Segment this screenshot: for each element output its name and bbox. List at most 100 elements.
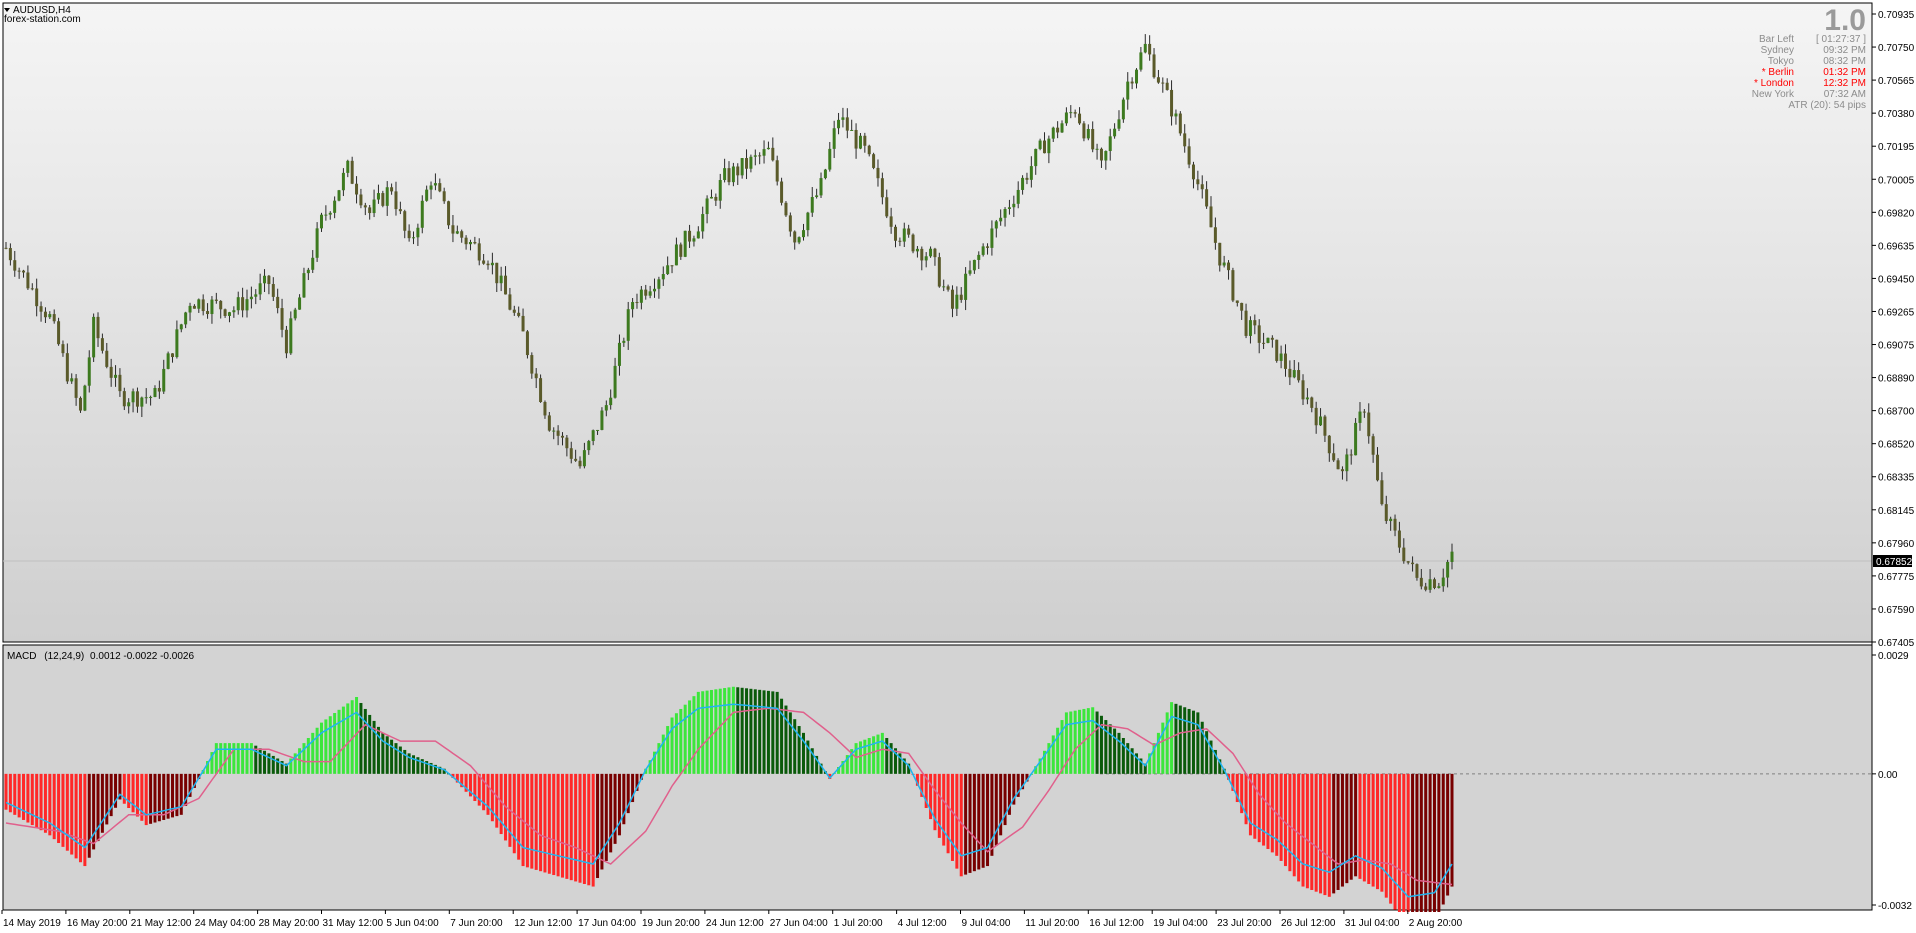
candle-body [473,242,477,244]
candle-body [885,197,889,217]
histogram-bar [1384,773,1388,898]
candle-body [1384,504,1388,522]
candle-body [622,340,626,343]
histogram-bar [758,689,762,774]
histogram-bar [333,713,337,774]
histogram-bar [530,773,534,869]
candle-body [530,355,534,374]
candle-body [1218,242,1222,266]
info-row-label: * Berlin [1762,67,1794,78]
histogram-bar [876,734,880,774]
candle-body [1354,422,1358,456]
candle-body [350,160,354,184]
info-row-label: Tokyo [1768,56,1795,67]
histogram-bar [977,773,981,870]
candle-body [1270,337,1274,340]
candle-body [267,275,271,285]
histogram-bar [35,773,39,828]
candle-body [508,294,512,310]
histogram-bar [1336,773,1340,890]
histogram-bar [569,773,573,881]
candle-body [1432,579,1436,588]
time-tick-label: 19 Jul 04:00 [1153,918,1208,929]
histogram-bar [1288,773,1292,872]
candle-body [1082,123,1086,139]
candle-body [950,289,954,309]
histogram-bar [788,712,792,774]
candle-body [679,244,683,257]
candle-body [1332,453,1336,461]
histogram-bar [1411,773,1415,927]
time-tick-label: 12 Jun 12:00 [514,918,572,929]
candle-body [854,129,858,149]
histogram-bar [13,773,17,815]
info-row-label: New York [1752,89,1795,100]
candle-body [994,221,998,229]
candle-body [1156,77,1160,83]
price-tick-label: 0.70935 [1878,10,1915,21]
candle-body [197,299,201,309]
histogram-bar [179,773,183,815]
price-tick-label: 0.69820 [1878,208,1915,219]
histogram-bar [1397,773,1401,916]
info-row-value: 09:32 PM [1823,45,1866,56]
candle-body [328,212,332,215]
candle-body [135,391,139,407]
macd-pane[interactable] [2,644,1873,911]
time-tick-label: 5 Jun 04:00 [386,918,439,929]
candle-body [122,391,126,407]
candle-body [1314,407,1318,426]
candle-body [517,312,521,316]
candle-body [390,187,394,192]
candle-body [714,196,718,201]
histogram-bar [26,773,30,823]
candle-body [547,415,551,431]
candle-body [635,302,639,304]
candle-body [451,225,455,234]
histogram-bar [341,706,345,774]
candle-body [412,237,416,239]
candle-body [337,190,341,201]
histogram-bar [872,736,876,774]
histogram-bar [994,773,998,846]
candle-body [438,183,442,192]
candle-body [600,410,604,430]
candle-body [504,275,508,295]
candle-body [254,294,258,297]
price-tick-label: 0.67590 [1878,605,1915,616]
histogram-bar [1069,711,1073,774]
histogram-bar [499,773,503,835]
candle-body [898,240,902,242]
histogram-bar [1174,703,1178,774]
histogram-bar [1332,773,1336,894]
candle-body [1091,128,1095,150]
candle-body [43,311,47,318]
candle-body [661,274,665,280]
candle-body [1161,82,1165,84]
histogram-bar [1310,773,1314,890]
histogram-bar [547,773,551,874]
candle-body [433,183,437,186]
candle-body [1130,81,1134,84]
histogram-bar [587,773,591,886]
candle-body [398,209,402,212]
histogram-bar [552,773,556,876]
histogram-bar [135,773,139,817]
histogram-bar [4,773,8,810]
histogram-bar [718,688,722,774]
histogram-bar [376,726,380,774]
candle-body [1235,300,1239,303]
candle-body [872,154,876,168]
candle-body [425,189,429,201]
candle-body [118,374,122,392]
candle-body [368,207,372,214]
histogram-bar [745,688,749,774]
histogram-bar [8,773,12,813]
histogram-bar [162,773,166,820]
candle-body [1152,54,1156,78]
candle-body [184,312,188,325]
histogram-bar [709,689,713,774]
histogram-bar [867,737,871,774]
histogram-bar [933,773,937,831]
candle-body [140,397,144,407]
